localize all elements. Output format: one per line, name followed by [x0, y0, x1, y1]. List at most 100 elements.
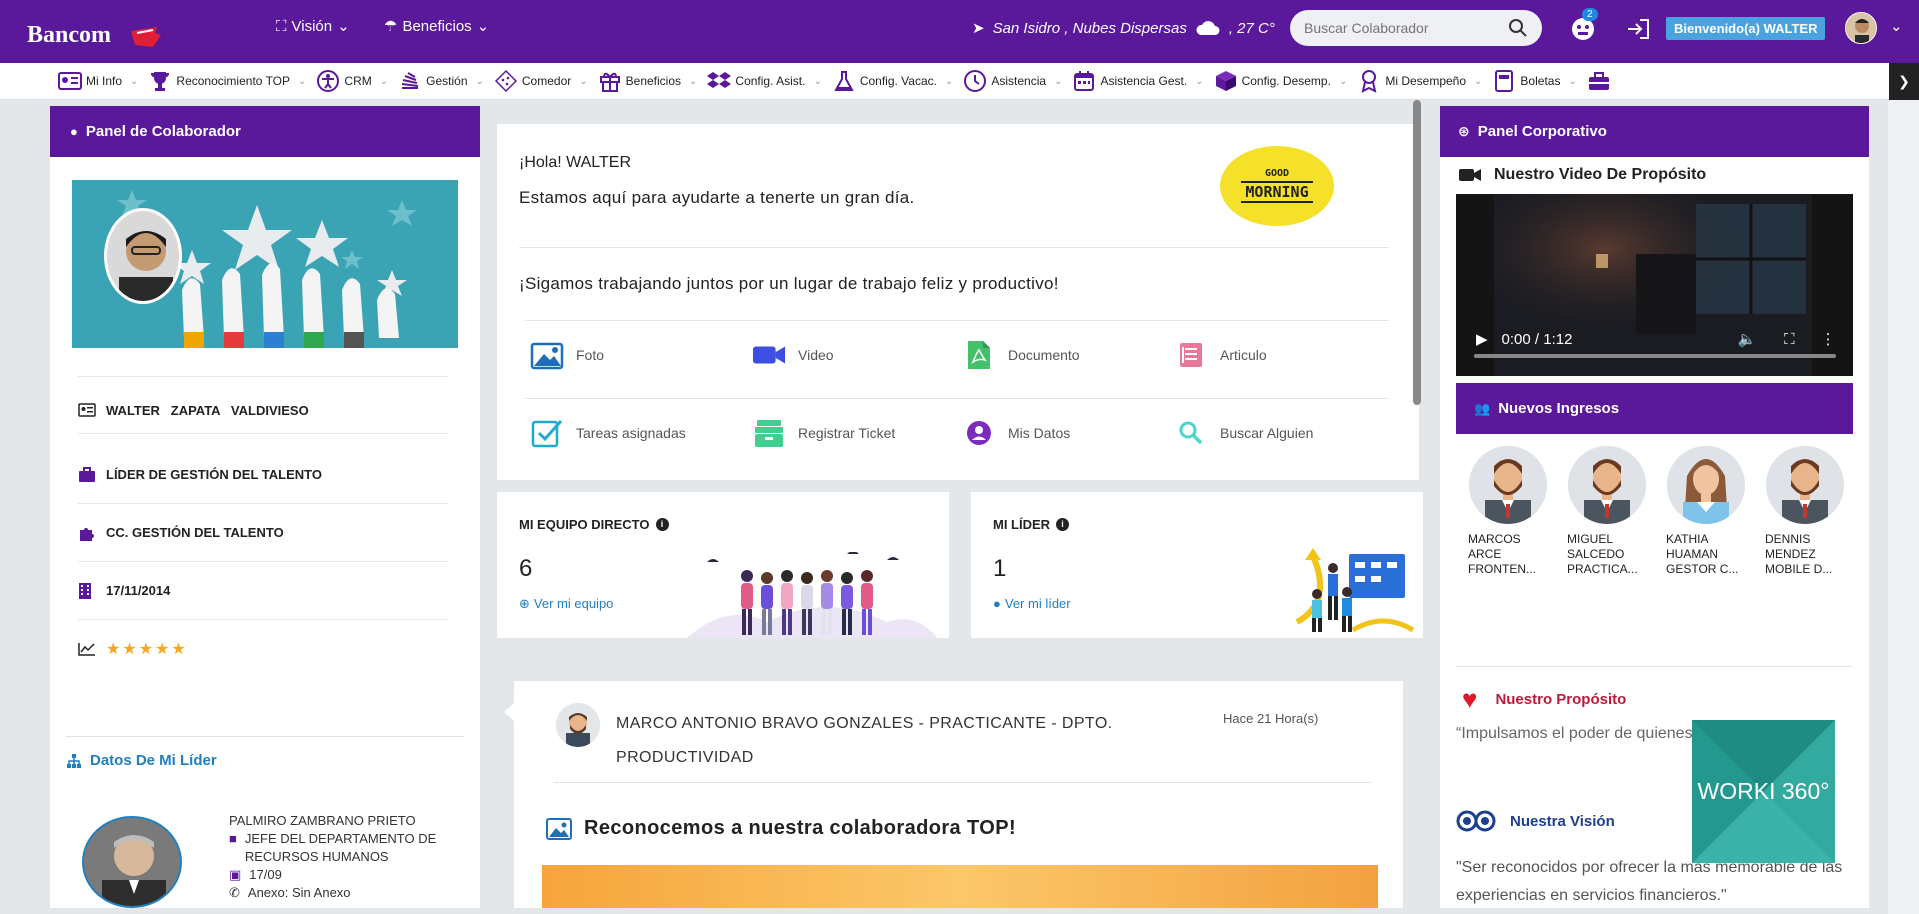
menu-boletas[interactable]: Boletas ⌄: [1487, 63, 1581, 99]
leader-name: PALMIRO ZAMBRANO PRIETO: [229, 813, 416, 828]
menu-mi-desempeno[interactable]: Mi Desempeño ⌄: [1352, 63, 1487, 99]
post-image[interactable]: [542, 865, 1378, 908]
menu-asistencia[interactable]: Asistencia ⌄: [958, 63, 1067, 99]
action-foto[interactable]: Foto: [530, 340, 604, 370]
heart-icon: ♥: [1462, 684, 1478, 714]
new-hire-line3: GESTOR C...: [1666, 562, 1739, 576]
leader-count: 1: [993, 555, 1007, 582]
action-documento[interactable]: Documento: [962, 340, 1080, 370]
center-scrollbar[interactable]: [1413, 100, 1421, 405]
cloud-icon: [1196, 21, 1220, 35]
welcome-badge[interactable]: Bienvenido(a) WALTER: [1666, 17, 1826, 40]
bancom-logo[interactable]: Bancom: [27, 22, 111, 49]
menu-config-vacac[interactable]: Config. Vacac. ⌄: [827, 63, 959, 99]
team-count: 6: [519, 555, 533, 582]
post-author-avatar[interactable]: [556, 703, 600, 747]
search-input[interactable]: [1304, 20, 1494, 36]
post-author-line1: MARCO ANTONIO BRAVO GONZALES - PRACTICAN…: [616, 715, 1113, 732]
action-mis-datos[interactable]: Mis Datos: [962, 418, 1070, 448]
action-label: Mis Datos: [1008, 425, 1071, 441]
menu-mi-info[interactable]: Mi Info ⌄: [53, 63, 143, 99]
phone-icon: ✆: [229, 885, 240, 900]
purpose-video-player[interactable]: ▶ 0:00 / 1:12 🔈 ⛶ ⋮: [1456, 194, 1853, 376]
sitemap-icon: [67, 753, 81, 768]
menu-label: Asistencia Gest.: [1100, 74, 1188, 88]
new-hire-line2: SALCEDO: [1567, 547, 1625, 561]
info-icon[interactable]: i: [1056, 518, 1070, 531]
calendar-icon: [1072, 70, 1096, 92]
panel-title: Panel Corporativo: [1477, 123, 1607, 140]
menu-label: Boletas: [1520, 74, 1561, 88]
play-icon[interactable]: ▶: [1476, 330, 1488, 348]
action-video[interactable]: Video: [752, 340, 834, 370]
male-avatar-icon: [1568, 446, 1646, 524]
menu-comedor[interactable]: Comedor ⌄: [489, 63, 593, 99]
view-team-label: Ver mi equipo: [533, 596, 614, 611]
fullscreen-icon[interactable]: ⛶: [1784, 331, 1795, 348]
search-plus-icon: ⊕: [519, 596, 530, 611]
new-hire-card[interactable]: MIGUEL SALCEDO PRACTICA...: [1567, 446, 1657, 577]
search-box[interactable]: [1290, 10, 1542, 46]
chevron-down-icon: ⌄: [689, 75, 698, 87]
nav-vision[interactable]: ⛶ Visión ⌄: [276, 17, 350, 36]
new-hire-card[interactable]: DENNIS MENDEZ MOBILE D...: [1765, 446, 1855, 577]
menu-config-desemp[interactable]: Config. Desemp. ⌄: [1209, 63, 1353, 99]
divider: [66, 736, 464, 737]
cookie-icon: [494, 69, 518, 93]
toolbox-icon: [1587, 70, 1611, 92]
new-hires-header: 👥 Nuevos Ingresos: [1456, 383, 1853, 434]
profile-photo[interactable]: [104, 208, 182, 304]
new-hire-card[interactable]: KATHIA HUAMAN GESTOR C...: [1666, 446, 1756, 577]
leader-data-heading: Datos De Mi Líder: [66, 752, 217, 769]
leader-extension: Anexo: Sin Anexo: [247, 885, 351, 900]
purpose-heading: ♥ Nuestro Propósito: [1462, 684, 1626, 715]
action-buscar-alguien[interactable]: Buscar Alguien: [1174, 418, 1313, 448]
action-label: Documento: [1008, 347, 1080, 363]
trophy-icon: [148, 70, 172, 92]
menu-reconocimiento-top[interactable]: Reconocimiento TOP ⌄: [143, 63, 311, 99]
leader-card-title: MI LÍDER: [993, 517, 1051, 532]
chevron-down-icon: ⌄: [1054, 75, 1063, 87]
weather-temp: , 27 C°: [1228, 19, 1275, 37]
id-card-icon: [58, 70, 82, 92]
new-hire-card[interactable]: MARCOS ARCE FRONTEN...: [1468, 446, 1558, 577]
umbrella-icon: ☂: [384, 18, 398, 35]
search-icon[interactable]: [1508, 18, 1528, 38]
new-hire-line3: FRONTEN...: [1468, 562, 1536, 576]
more-options-icon[interactable]: ⋮: [1821, 330, 1836, 348]
divider: [519, 247, 1389, 248]
menu-config-asist[interactable]: Config. Asist. ⌄: [702, 63, 826, 99]
video-heading: Nuestro Video De Propósito: [1458, 166, 1706, 184]
action-tareas-asignadas[interactable]: Tareas asignadas: [530, 418, 686, 448]
sign-in-icon[interactable]: [1626, 18, 1650, 40]
badge-line1: GOOD: [1264, 168, 1290, 179]
corporate-panel-header: ⊛ Panel Corporativo: [1440, 106, 1869, 157]
action-articulo[interactable]: Articulo: [1174, 340, 1267, 370]
info-icon[interactable]: i: [655, 518, 669, 531]
chevron-down-icon[interactable]: ⌄: [1890, 17, 1903, 35]
chevron-down-icon: ⌄: [579, 75, 588, 87]
menu-beneficios[interactable]: Beneficios ⌄: [593, 63, 703, 99]
user-avatar[interactable]: [1845, 12, 1877, 44]
volume-icon[interactable]: 🔈: [1737, 330, 1756, 348]
menu-toolbox[interactable]: [1582, 63, 1620, 99]
collaborator-panel: ● Panel de Colaborador WALTER ZAPATA VAL…: [50, 106, 480, 908]
action-registrar-ticket[interactable]: Registrar Ticket: [752, 418, 895, 448]
menu-scroll-right-button[interactable]: ❯: [1889, 63, 1919, 100]
chevron-down-icon: ⌄: [379, 75, 389, 87]
leader-photo[interactable]: [82, 816, 182, 908]
page-scrollbar[interactable]: [1888, 100, 1919, 914]
view-leader-link[interactable]: ● Ver mi líder: [993, 596, 1071, 611]
video-progress-bar[interactable]: [1474, 354, 1836, 358]
nav-beneficios[interactable]: ☂ Beneficios ⌄: [384, 17, 489, 36]
checkbox-icon: [530, 418, 564, 448]
team-title: MI EQUIPO DIRECTO: [519, 517, 650, 532]
chart-line-icon: [78, 641, 96, 657]
menu-gestion[interactable]: Gestión ⌄: [393, 63, 489, 99]
collaborator-start-date: 17/11/2014: [106, 583, 171, 598]
chevron-right-icon: ❯: [1898, 73, 1910, 89]
building-icon: [78, 582, 96, 599]
view-team-link[interactable]: ⊕ Ver mi equipo: [519, 596, 613, 612]
menu-crm[interactable]: CRM ⌄: [311, 63, 393, 99]
menu-asistencia-gest[interactable]: Asistencia Gest. ⌄: [1067, 63, 1208, 99]
